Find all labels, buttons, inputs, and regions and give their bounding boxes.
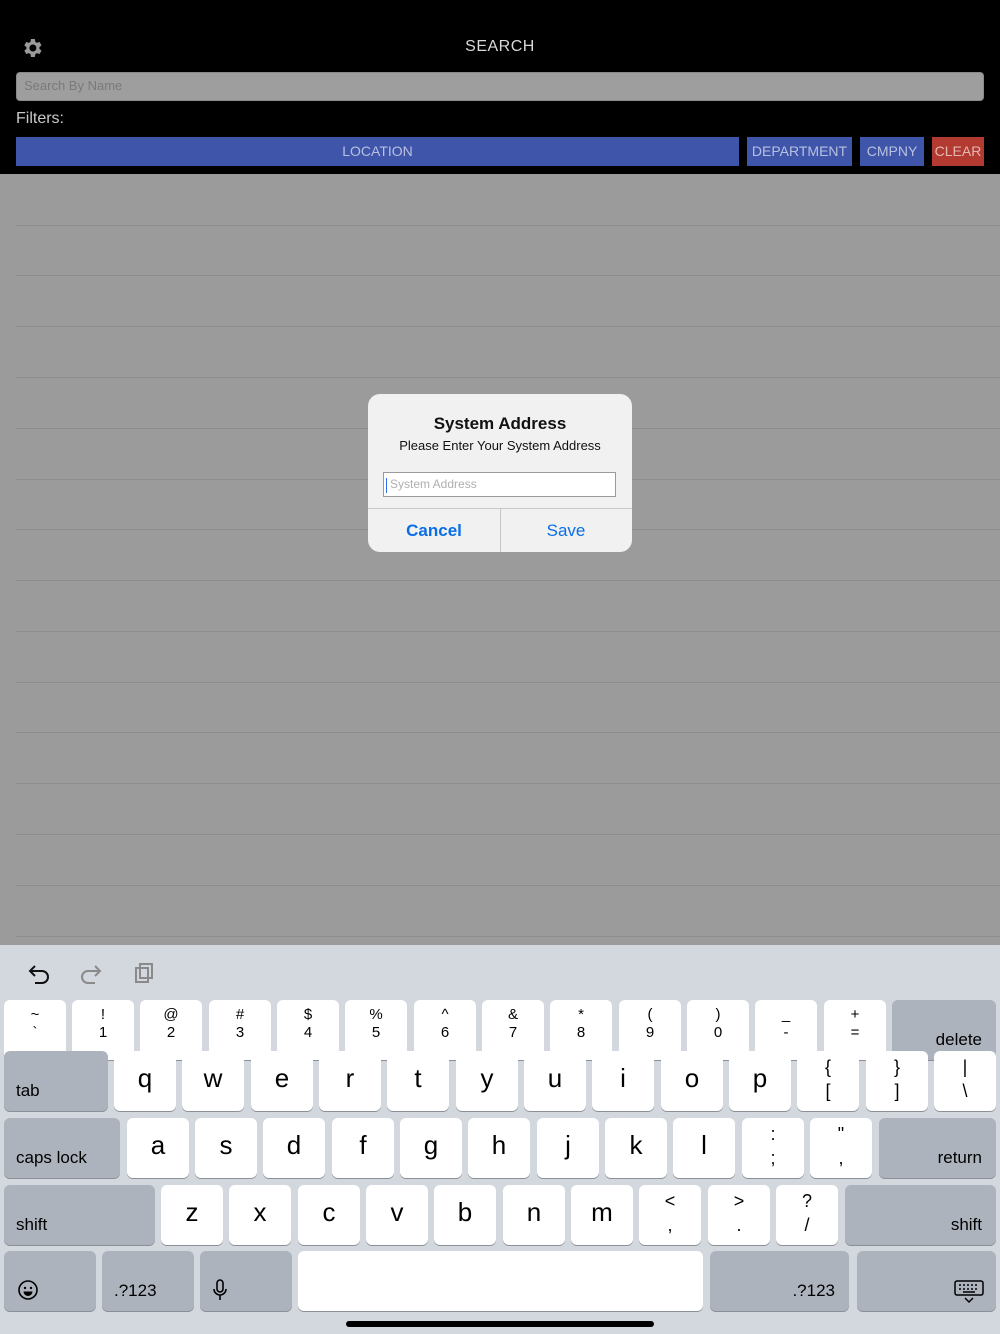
key-semicolon[interactable]: :; [742,1118,804,1178]
list-row-divider [16,326,1000,327]
numbers-toggle-right[interactable]: .?123 [710,1251,849,1311]
key-y[interactable]: y [456,1051,518,1111]
dismiss-keyboard-key[interactable] [857,1251,996,1311]
right-shift-key[interactable]: shift [845,1185,996,1245]
space-bar[interactable] [298,1251,703,1311]
emoji-icon [18,1280,38,1300]
dictation-key[interactable] [200,1251,292,1311]
dialog-message: Please Enter Your System Address [399,438,601,453]
key-w[interactable]: w [182,1051,244,1111]
key-c[interactable]: c [298,1185,360,1245]
key-d[interactable]: d [263,1118,325,1178]
list-row-divider [16,275,1000,276]
key-m[interactable]: m [571,1185,633,1245]
redo-icon[interactable] [78,960,104,986]
return-key[interactable]: return [879,1118,996,1178]
list-row-divider [16,834,1000,835]
key-period[interactable]: >. [708,1185,770,1245]
key-backslash[interactable]: | \ [934,1051,996,1111]
list-row-divider [16,580,1000,581]
microphone-icon [213,1279,227,1300]
list-row-divider [16,732,1000,733]
list-row-divider [16,885,1000,886]
list-row-divider [16,225,1000,226]
key-z[interactable]: z [161,1185,223,1245]
list-row-divider [16,783,1000,784]
key-a[interactable]: a [127,1118,189,1178]
key-i[interactable]: i [592,1051,654,1111]
key-q[interactable]: q [114,1051,176,1111]
page-title: SEARCH [465,38,535,55]
undo-icon[interactable] [26,960,52,986]
caps-lock-key[interactable]: caps lock [4,1118,120,1178]
key-left-bracket[interactable]: {[ [797,1051,859,1111]
key-right-bracket[interactable]: }] [866,1051,928,1111]
key-x[interactable]: x [229,1185,291,1245]
key-l[interactable]: l [673,1118,735,1178]
clear-filter-button[interactable]: CLEAR [932,137,984,166]
key-v[interactable]: v [366,1185,428,1245]
emoji-key[interactable] [4,1251,96,1311]
save-button[interactable]: Save [500,509,632,552]
key-f[interactable]: f [332,1118,394,1178]
key-quote[interactable]: ", [810,1118,872,1178]
cancel-button[interactable]: Cancel [368,509,500,552]
key-t[interactable]: t [387,1051,449,1111]
location-filter-button[interactable]: LOCATION [16,137,739,166]
system-address-dialog: System Address Please Enter Your System … [368,394,632,552]
key-s[interactable]: s [195,1118,257,1178]
key-u[interactable]: u [524,1051,586,1111]
list-row-divider [16,377,1000,378]
key-p[interactable]: p [729,1051,791,1111]
list-row-divider [16,936,1000,937]
key-n[interactable]: n [503,1185,565,1245]
tab-key[interactable]: tab [4,1051,108,1111]
system-address-input[interactable]: System Address [383,472,616,497]
top-bar: SEARCH Search By Name Filters: LOCATION … [0,0,1000,174]
key-comma[interactable]: <, [639,1185,701,1245]
keyboard-dismiss-icon [954,1280,984,1304]
list-row-divider [16,631,1000,632]
key-h[interactable]: h [468,1118,530,1178]
paste-icon[interactable] [131,960,157,986]
key-o[interactable]: o [661,1051,723,1111]
department-filter-button[interactable]: DEPARTMENT [747,137,852,166]
results-list [0,174,1000,945]
key-b[interactable]: b [434,1185,496,1245]
list-row-divider [16,682,1000,683]
dialog-title: System Address [433,414,567,433]
home-indicator [346,1321,654,1327]
key-slash[interactable]: ? / [776,1185,838,1245]
key-g[interactable]: g [400,1118,462,1178]
key-e[interactable]: e [251,1051,313,1111]
onscreen-keyboard: ~ ` ! 1 @2 #3 $4 % 5 ^ 6 & 7 * 8 (9 ) 0 _ - + = d… [0,945,1000,1334]
key-j[interactable]: j [537,1118,599,1178]
key-r[interactable]: r [319,1051,381,1111]
search-input[interactable]: Search By Name [16,72,984,101]
left-shift-key[interactable]: shift [4,1185,155,1245]
text-cursor [386,478,387,493]
key-k[interactable]: k [605,1118,667,1178]
company-filter-button[interactable]: CMPNY [860,137,924,166]
filters-label: Filters: [16,110,64,127]
numbers-toggle-left[interactable]: .?123 [102,1251,194,1311]
